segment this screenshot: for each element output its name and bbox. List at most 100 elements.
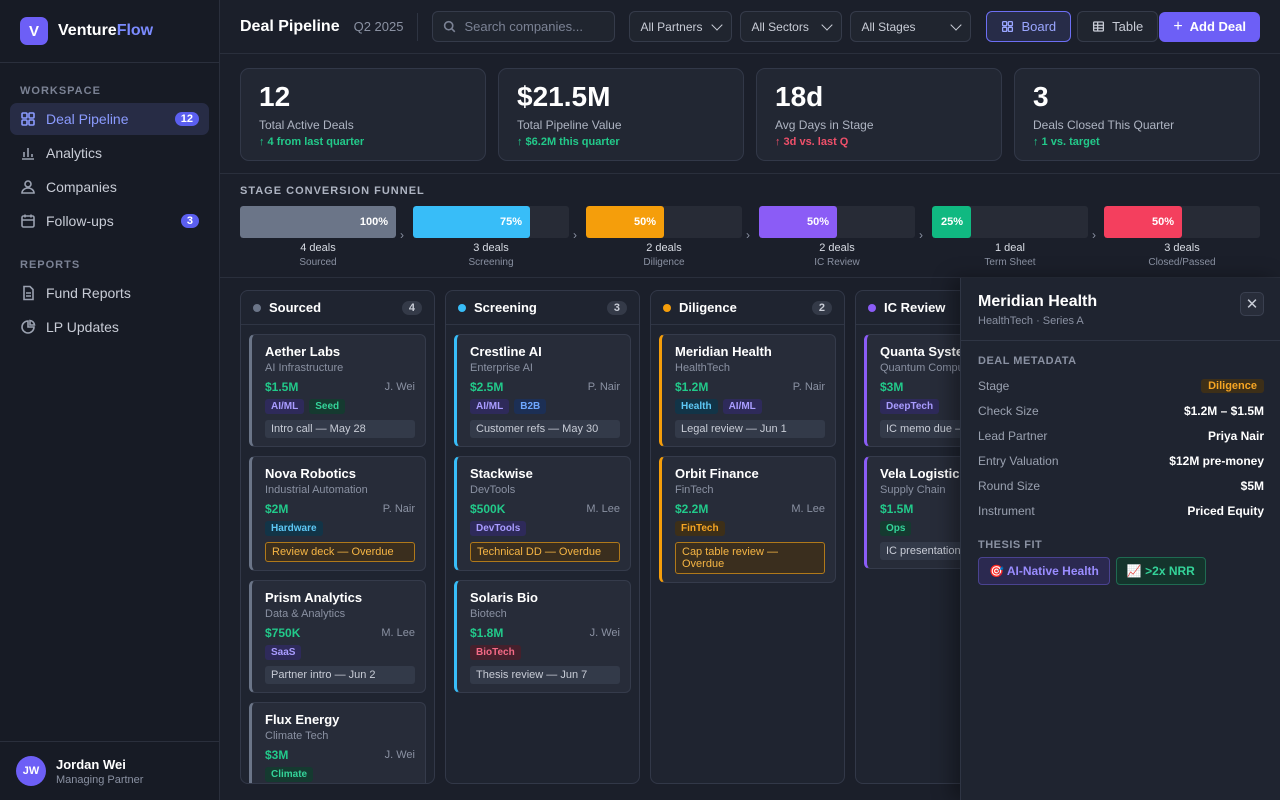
stage-filter-value: All Stages [861, 19, 916, 34]
funnel-stage: 50% 2 deals Diligence [586, 206, 742, 268]
metadata-key: Check Size [978, 403, 1039, 418]
deal-card[interactable]: Meridian Health HealthTech $1.2M P. Nair Hea… [659, 334, 836, 447]
deal-amount: $2.5M [470, 380, 504, 394]
tag: SaaS [265, 645, 302, 660]
board-column: Screening 3 Crestline AI Enterprise AI $2.5M… [445, 290, 640, 784]
chevron-right-icon: › [1092, 228, 1096, 242]
funnel-count: 4 deals [300, 242, 336, 254]
deal-card[interactable]: Prism Analytics Data & Analytics $750K M. L… [249, 580, 426, 693]
sector-filter[interactable]: All Sectors [740, 11, 843, 42]
stat-delta: ↑ $6.2M this quarter [517, 136, 620, 148]
funnel-track: 50% [1104, 206, 1260, 238]
metadata-key: Lead Partner [978, 428, 1048, 443]
sidebar-item-follow-ups[interactable]: Follow-ups 3 [10, 205, 209, 237]
page-title: Deal Pipeline [240, 17, 340, 35]
plus-icon: + [1173, 17, 1183, 35]
search-input[interactable] [464, 19, 595, 34]
funnel-bar: 50% [759, 206, 837, 238]
funnel-count: 3 deals [473, 242, 509, 254]
chevron-right-icon: › [746, 228, 750, 242]
thesis-tag[interactable]: 🎯 AI-Native Health [978, 557, 1110, 585]
deal-card[interactable]: Crestline AI Enterprise AI $2.5M P. Nair AI/… [454, 334, 631, 447]
deal-sector: Climate Tech [265, 730, 329, 742]
funnel-stage: 100% 4 deals Sourced [240, 206, 396, 268]
column-title: Sourced [269, 300, 322, 315]
user-profile[interactable]: JW Jordan Wei Managing Partner [0, 741, 220, 800]
deal-amount: $3M [880, 380, 904, 394]
thesis-tag[interactable]: 📈 >2x NRR [1115, 557, 1206, 585]
deal-row: $2.5M P. Nair [470, 380, 620, 394]
deal-row: $1.5M J. Wei [265, 380, 415, 394]
funnel-heading: STAGE CONVERSION FUNNEL [240, 185, 425, 197]
sidebar-item-fund-reports[interactable]: Fund Reports [10, 277, 209, 309]
deal-lead: P. Nair [382, 503, 415, 515]
deal-sector: AI Infrastructure [265, 362, 344, 374]
partner-filter-value: All Partners [640, 19, 703, 34]
tag: BioTech [470, 645, 521, 660]
deal-lead: M. Lee [791, 503, 825, 515]
table-view-button[interactable]: Table [1077, 11, 1159, 42]
tag-list: Hardware [265, 521, 415, 536]
tag-list: AI/ML B2B [470, 399, 620, 414]
funnel-stage-name: Sourced [299, 257, 337, 268]
deal-amount: $750K [265, 626, 301, 640]
stage-dot [458, 303, 466, 312]
close-button[interactable]: ✕ [1240, 292, 1264, 316]
user-role: Managing Partner [56, 773, 144, 786]
add-deal-button[interactable]: + Add Deal [1159, 11, 1260, 42]
deal-amount: $2.2M [675, 502, 709, 516]
stage-dot [663, 303, 671, 312]
sidebar-item-companies[interactable]: Companies [10, 171, 209, 203]
sidebar-item-lp-updates[interactable]: LP Updates [10, 311, 209, 343]
metadata-key: Round Size [978, 478, 1041, 493]
sidebar-item-label: LP Updates [46, 319, 119, 335]
partner-filter[interactable]: All Partners [629, 11, 733, 42]
metadata-list: Stage Diligence Check Size $1.2M – $1.5M Lea… [961, 373, 1280, 523]
users-icon [21, 180, 35, 194]
deal-sector: Biotech [470, 608, 507, 620]
deal-card[interactable]: Orbit Finance FinTech $2.2M M. Lee FinTech Ca… [659, 456, 836, 583]
sidebar-item-label: Companies [46, 179, 117, 195]
sidebar-item-analytics[interactable]: Analytics [10, 137, 209, 169]
deal-amount: $3M [265, 748, 289, 762]
brand[interactable]: V VentureFlow [0, 0, 219, 63]
deal-name: Stackwise [470, 466, 533, 481]
board-view-button[interactable]: Board [986, 11, 1072, 42]
funnel-stage: 50% 2 deals IC Review [759, 206, 915, 268]
funnel-stage-name: Term Sheet [984, 257, 1036, 268]
tag: AI/ML [265, 399, 305, 414]
tag: Seed [309, 399, 346, 414]
deal-card[interactable]: Nova Robotics Industrial Automation $2M P. … [249, 456, 426, 571]
deal-sector: DevTools [470, 484, 516, 496]
bar-chart-icon [22, 148, 34, 160]
deal-sector: FinTech [675, 484, 714, 496]
search-box[interactable] [432, 11, 616, 42]
add-deal-label: Add Deal [1189, 19, 1246, 34]
deal-card[interactable]: Solaris Bio Biotech $1.8M J. Wei BioTech Thes… [454, 580, 631, 693]
sidebar-item-deal-pipeline[interactable]: Deal Pipeline 12 [10, 103, 209, 135]
stage-filter[interactable]: All Stages [850, 11, 972, 42]
funnel-bar: 50% [1104, 206, 1182, 238]
sidebar-item-label: Follow-ups [46, 213, 114, 229]
column-header: Sourced 4 [241, 291, 434, 325]
sidebar-item-label: Deal Pipeline [46, 111, 129, 127]
period-label: Q2 2025 [353, 19, 404, 34]
metadata-value: $5M [1240, 478, 1264, 493]
deal-lead: J. Wei [589, 627, 620, 639]
deal-card[interactable]: Stackwise DevTools $500K M. Lee DevTools Tech… [454, 456, 631, 571]
next-task: Legal review — Jun 1 [675, 420, 825, 438]
deal-card[interactable]: Aether Labs AI Infrastructure $1.5M J. Wei A… [249, 334, 426, 447]
tag-list: FinTech [675, 521, 825, 536]
chevron-down-icon [821, 18, 834, 31]
metadata-row: Lead Partner Priya Nair [961, 423, 1280, 448]
deal-row: $500K M. Lee [470, 502, 620, 516]
table-view-label: Table [1112, 19, 1144, 34]
deal-lead: J. Wei [384, 749, 415, 761]
chevron-right-icon: › [919, 228, 923, 242]
deal-card[interactable]: Flux Energy Climate Tech $3M J. Wei Climate [249, 702, 426, 783]
count-badge: 12 [174, 112, 199, 126]
deal-name: Aether Labs [265, 344, 341, 359]
calendar-icon [21, 214, 35, 228]
tag-list: Health AI/ML [675, 399, 825, 414]
metadata-row: Entry Valuation $12M pre-money [961, 448, 1280, 473]
